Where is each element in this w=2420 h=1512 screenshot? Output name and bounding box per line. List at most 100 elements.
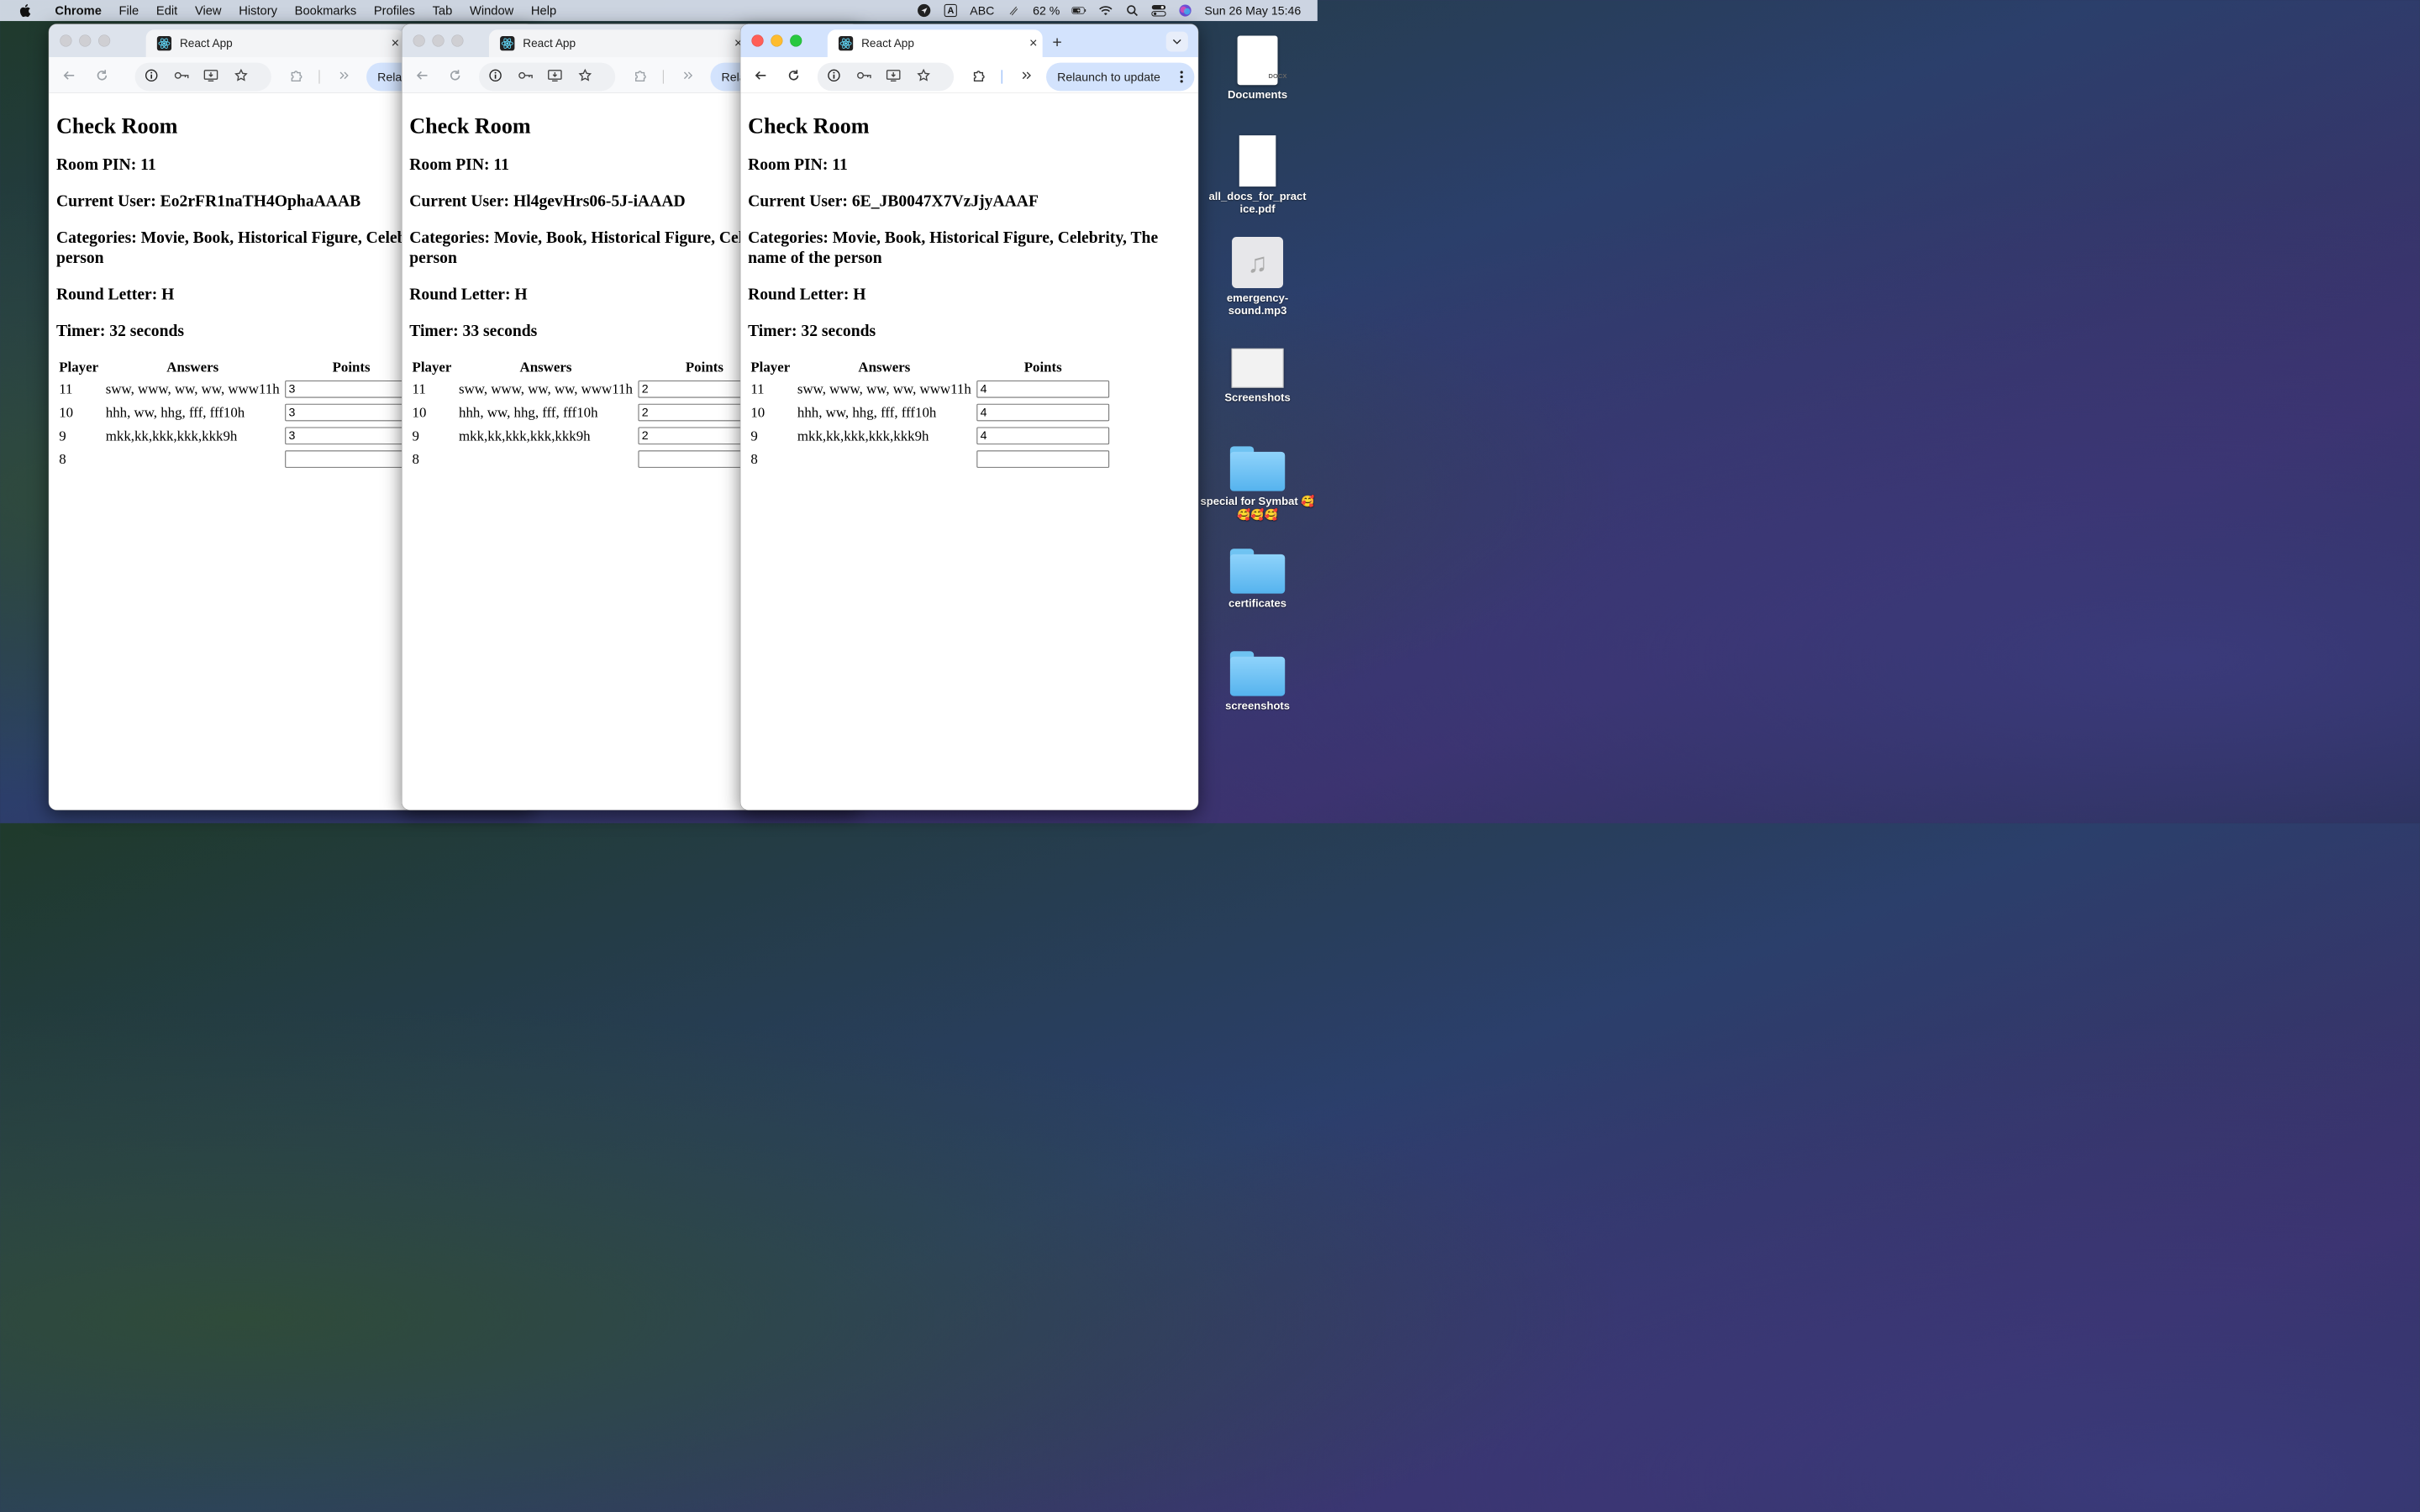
points-input[interactable] bbox=[976, 403, 1110, 422]
bookmark-star-icon[interactable] bbox=[575, 66, 595, 86]
reload-button[interactable] bbox=[92, 66, 112, 86]
answers-cell: mkk,kk,kkk,kkk,kkk9h bbox=[459, 427, 591, 444]
apple-logo-icon[interactable] bbox=[18, 3, 31, 18]
menu-app-name[interactable]: Chrome bbox=[55, 3, 102, 18]
table-row: 11 sww, www, ww, ww, www11h bbox=[409, 377, 773, 401]
reload-button[interactable] bbox=[445, 66, 466, 86]
site-info-icon[interactable] bbox=[823, 66, 844, 86]
menu-profiles[interactable]: Profiles bbox=[374, 3, 415, 18]
menu-view[interactable]: View bbox=[195, 3, 222, 18]
kebab-menu-icon[interactable] bbox=[1180, 70, 1183, 83]
minimize-window-button[interactable] bbox=[79, 34, 92, 47]
battery-percent[interactable]: 62 % bbox=[1033, 3, 1060, 18]
tab-search-chevron-icon[interactable] bbox=[1165, 31, 1188, 52]
back-button[interactable] bbox=[59, 66, 79, 86]
maximize-window-button[interactable] bbox=[451, 34, 464, 47]
desktop-icon-folder-special[interactable]: special for Symbat 🥰🥰🥰🥰 bbox=[1201, 446, 1315, 521]
close-window-button[interactable] bbox=[60, 34, 72, 47]
relaunch-button[interactable]: Relaunch to update bbox=[1046, 62, 1195, 92]
passwords-key-icon[interactable] bbox=[171, 66, 192, 86]
close-window-button[interactable] bbox=[413, 34, 425, 47]
siri-icon[interactable] bbox=[1178, 4, 1192, 17]
desktop-icon-mp3[interactable]: ♫ emergency-sound.mp3 bbox=[1201, 236, 1315, 318]
input-source-label[interactable]: ABC bbox=[970, 3, 994, 18]
folder-icon bbox=[1229, 446, 1286, 491]
desktop-icon-screenshots-file[interactable]: Screenshots bbox=[1201, 348, 1315, 404]
location-arrow-icon[interactable] bbox=[917, 3, 931, 18]
desktop-icon-label: certificates bbox=[1228, 596, 1287, 610]
install-app-icon[interactable] bbox=[201, 66, 221, 86]
wifi-icon[interactable] bbox=[1098, 4, 1113, 17]
back-button[interactable] bbox=[413, 66, 433, 86]
answers-table: Player Answers Points 11 sww, www, ww, w… bbox=[409, 357, 773, 470]
install-app-icon[interactable] bbox=[883, 66, 903, 86]
extensions-puzzle-icon[interactable] bbox=[630, 66, 650, 86]
answers-cell: sww, www, ww, ww, www11h bbox=[459, 381, 633, 397]
points-input[interactable] bbox=[285, 427, 418, 445]
maximize-window-button[interactable] bbox=[790, 34, 802, 47]
player-cell: 9 bbox=[59, 427, 66, 444]
desktop-icon-label: special for Symbat 🥰🥰🥰🥰 bbox=[1200, 495, 1315, 522]
minimize-window-button[interactable] bbox=[432, 34, 445, 47]
points-input[interactable] bbox=[285, 380, 418, 398]
spotlight-search-icon[interactable] bbox=[1125, 4, 1139, 17]
reload-button[interactable] bbox=[784, 66, 804, 86]
points-input[interactable] bbox=[976, 427, 1110, 445]
more-tools-chevron-icon[interactable] bbox=[334, 66, 355, 86]
header-player: Player bbox=[59, 359, 99, 375]
tab-close-icon[interactable]: × bbox=[1024, 35, 1043, 51]
page-content: Check Room Room PIN: 11 Current User: 6E… bbox=[740, 93, 1198, 811]
close-window-button[interactable] bbox=[751, 34, 764, 47]
room-pin: Room PIN: 11 bbox=[748, 155, 848, 174]
menu-edit[interactable]: Edit bbox=[156, 3, 177, 18]
table-header-row: Player Answers Points bbox=[748, 357, 1112, 377]
menu-file[interactable]: File bbox=[119, 3, 139, 18]
answers-cell: mkk,kk,kkk,kkk,kkk9h bbox=[797, 427, 929, 444]
menu-window[interactable]: Window bbox=[470, 3, 513, 18]
menu-history[interactable]: History bbox=[239, 3, 277, 18]
points-input[interactable] bbox=[285, 450, 418, 468]
stylus-slash-icon[interactable] bbox=[1007, 4, 1021, 17]
bookmark-star-icon[interactable] bbox=[913, 66, 934, 86]
points-input[interactable] bbox=[976, 380, 1110, 398]
more-tools-chevron-icon[interactable] bbox=[1017, 66, 1037, 86]
new-tab-button[interactable]: + bbox=[1048, 33, 1066, 52]
desktop-icon-folder-certificates[interactable]: certificates bbox=[1201, 549, 1315, 610]
answers-cell: sww, www, ww, ww, www11h bbox=[797, 381, 971, 397]
answers-cell: hhh, ww, hhg, fff, fff10h bbox=[797, 403, 937, 421]
back-button[interactable] bbox=[750, 66, 771, 86]
bookmark-star-icon[interactable] bbox=[231, 66, 251, 86]
desktop-icon-label: Documents bbox=[1227, 88, 1288, 102]
header-player: Player bbox=[412, 359, 452, 375]
browser-tab[interactable]: React App × bbox=[145, 29, 405, 58]
control-center-icon[interactable] bbox=[1151, 4, 1166, 17]
browser-tab[interactable]: React App × bbox=[827, 29, 1043, 58]
extensions-puzzle-icon[interactable] bbox=[968, 66, 988, 86]
menu-help[interactable]: Help bbox=[531, 3, 556, 18]
passwords-key-icon[interactable] bbox=[854, 66, 874, 86]
site-info-icon[interactable] bbox=[486, 66, 506, 86]
menu-tab[interactable]: Tab bbox=[433, 3, 453, 18]
current-user: Current User: 6E_JB0047X7VzJjyAAAF bbox=[748, 192, 1039, 210]
battery-charging-icon[interactable] bbox=[1071, 4, 1086, 17]
site-info-icon[interactable] bbox=[141, 66, 161, 86]
extensions-puzzle-icon[interactable] bbox=[286, 66, 306, 86]
maximize-window-button[interactable] bbox=[98, 34, 111, 47]
desktop-icon-folder-screenshots[interactable]: screenshots bbox=[1201, 651, 1315, 712]
table-row: 9 mkk,kk,kkk,kkk,kkk9h bbox=[56, 424, 420, 448]
page-title: Check Room bbox=[748, 113, 870, 139]
more-tools-chevron-icon[interactable] bbox=[678, 66, 698, 86]
minimize-window-button[interactable] bbox=[771, 34, 783, 47]
points-cell bbox=[974, 424, 1112, 448]
desktop-icon-pdf[interactable]: all_docs_for_pract ice.pdf bbox=[1201, 135, 1315, 216]
install-app-icon[interactable] bbox=[544, 66, 565, 86]
points-input[interactable] bbox=[976, 450, 1110, 468]
menu-bookmarks[interactable]: Bookmarks bbox=[295, 3, 357, 18]
passwords-key-icon[interactable] bbox=[516, 66, 536, 86]
input-source-icon[interactable]: A bbox=[944, 3, 958, 18]
menubar-clock[interactable]: Sun 26 May 15:46 bbox=[1204, 3, 1301, 18]
desktop-icon-documents[interactable]: DOCX Documents bbox=[1201, 35, 1315, 101]
points-input[interactable] bbox=[285, 403, 418, 422]
browser-tab[interactable]: React App × bbox=[488, 29, 748, 58]
header-points: Points bbox=[1023, 359, 1062, 375]
